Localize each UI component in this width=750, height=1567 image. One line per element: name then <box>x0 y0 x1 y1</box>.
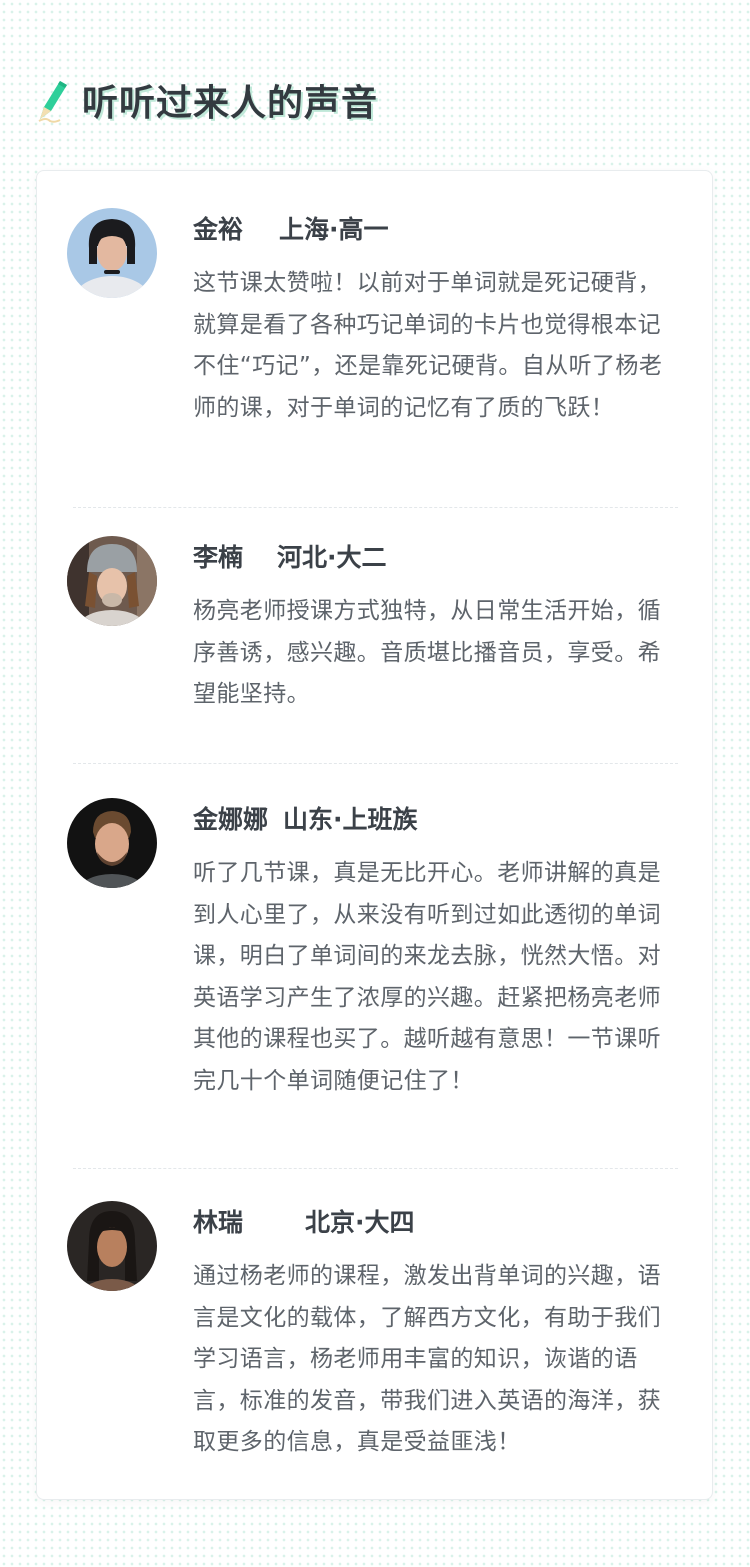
avatar <box>67 208 157 298</box>
review-body: 林瑞 北京·大四 通过杨老师的课程，激发出背单词的兴趣，语言是文化的载体，了解西… <box>193 1206 683 1464</box>
review-body: 金裕 上海·高一 这节课太赞啦！以前对于单词就是死记硬背，就算是看了各种巧记单词… <box>193 213 683 429</box>
testimonials-card: 金裕 上海·高一 这节课太赞啦！以前对于单词就是死记硬背，就算是看了各种巧记单词… <box>36 170 713 1500</box>
avatar <box>67 1201 157 1291</box>
avatar <box>67 536 157 626</box>
page: 听听过来人的声音 金裕 上海·高一 这节课太赞啦！以前对于单词就是死记硬背，就算… <box>0 0 750 1567</box>
avatar <box>67 798 157 888</box>
review-text: 听了几节课，真是无比开心。老师讲解的真是到人心里了，从来没有听到过如此透彻的单词… <box>193 860 661 1094</box>
reviewer-meta: 李楠 河北·大二 <box>193 541 683 575</box>
divider <box>73 507 678 508</box>
section-header: 听听过来人的声音 <box>36 74 378 126</box>
review-text: 这节课太赞啦！以前对于单词就是死记硬背，就算是看了各种巧记单词的卡片也觉得根本记… <box>193 270 663 421</box>
reviewer-meta: 金娜娜 山东·上班族 <box>193 803 683 837</box>
divider <box>73 1168 678 1169</box>
pencil-icon <box>38 81 67 123</box>
reviewer-name: 金裕 <box>193 215 244 244</box>
page-title: 听听过来人的声音 <box>82 83 379 124</box>
review-body: 李楠 河北·大二 杨亮老师授课方式独特，从日常生活开始，循序善诱，感兴趣。音质堪… <box>193 541 683 716</box>
reviewer-location: 上海·高一 <box>279 215 389 244</box>
divider <box>73 763 678 764</box>
reviewer-meta: 金裕 上海·高一 <box>193 213 683 247</box>
reviewer-name: 金娜娜 <box>193 805 269 834</box>
review-text: 杨亮老师授课方式独特，从日常生活开始，循序善诱，感兴趣。音质堪比播音员，享受。希… <box>193 598 661 708</box>
reviewer-name: 林瑞 <box>193 1208 244 1237</box>
review-text: 通过杨老师的课程，激发出背单词的兴趣，语言是文化的载体，了解西方文化，有助于我们… <box>193 1263 661 1456</box>
review-body: 金娜娜 山东·上班族 听了几节课，真是无比开心。老师讲解的真是到人心里了，从来没… <box>193 803 683 1103</box>
reviewer-location: 河北·大二 <box>277 543 387 572</box>
reviewer-location: 山东·上班族 <box>283 805 418 834</box>
reviewer-name: 李楠 <box>193 543 244 572</box>
reviewer-meta: 林瑞 北京·大四 <box>193 1206 683 1240</box>
reviewer-location: 北京·大四 <box>305 1208 415 1237</box>
